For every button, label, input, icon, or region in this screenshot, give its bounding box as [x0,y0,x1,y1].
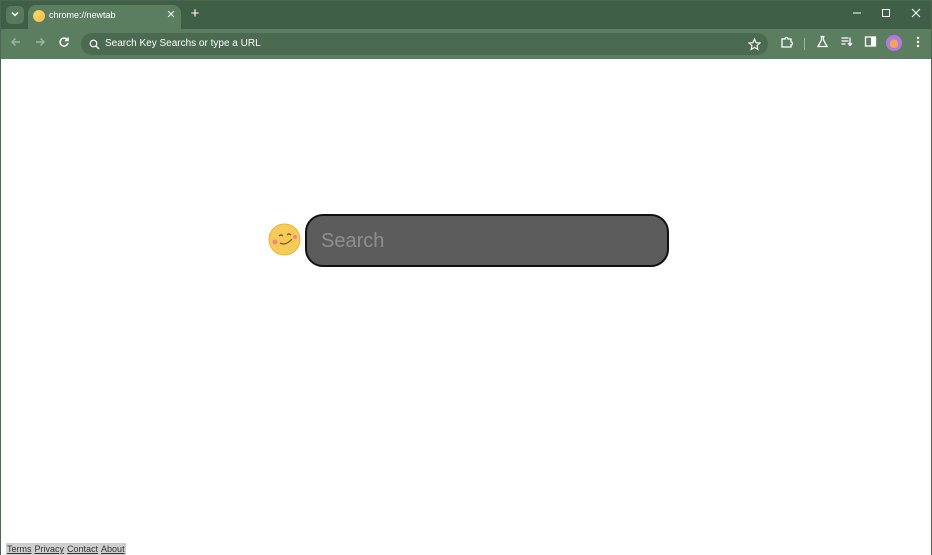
flask-icon [816,35,829,53]
reload-icon [58,35,70,53]
address-bar[interactable]: Search Key Searchs or type a URL [81,33,768,55]
reading-list-button[interactable] [837,35,855,53]
active-tab[interactable]: chrome://newtab ✕ [28,5,181,29]
footer-link-terms[interactable]: Terms [7,543,32,555]
footer-link-privacy[interactable]: Privacy [35,543,65,555]
toolbar: Search Key Searchs or type a URL [1,29,931,59]
minimize-button[interactable] [846,5,868,23]
browser-window: chrome://newtab ✕ + Search Key Searchs o… [0,0,932,555]
close-icon [911,5,921,23]
tab-title: chrome://newtab [49,10,116,20]
extensions-button[interactable] [778,35,796,53]
footer-link-contact[interactable]: Contact [67,543,98,555]
profile-avatar[interactable] [886,35,902,51]
bookmark-star-icon[interactable] [746,36,762,52]
address-bar-placeholder: Search Key Searchs or type a URL [105,38,261,49]
tab-close-icon[interactable]: ✕ [165,9,177,21]
labs-button[interactable] [813,35,831,53]
maximize-icon [881,5,891,23]
search-box[interactable] [305,214,669,267]
chevron-down-icon [10,6,20,24]
kebab-menu-icon [916,35,920,53]
side-panel-icon [864,35,877,53]
new-tab-page: Terms Privacy Contact About [1,59,931,555]
reading-list-icon [840,35,853,53]
back-arrow-icon [10,35,22,53]
minimize-icon [852,5,862,23]
tab-strip: chrome://newtab ✕ + [1,1,931,29]
back-button[interactable] [7,35,25,53]
maximize-button[interactable] [875,5,897,23]
side-panel-button[interactable] [861,35,879,53]
new-tab-button[interactable]: + [188,6,202,21]
toolbar-separator [804,38,805,50]
footer-link-about[interactable]: About [101,543,125,555]
tab-search-button[interactable] [6,6,24,24]
menu-button[interactable] [909,35,927,53]
smiley-face-logo-icon [268,223,301,256]
search-icon [87,37,101,51]
close-window-button[interactable] [905,5,927,23]
smiley-favicon-icon [33,10,45,22]
forward-button[interactable] [31,35,49,53]
footer-links: Terms Privacy Contact About [6,543,126,555]
search-input[interactable] [321,227,651,255]
puzzle-piece-icon [780,35,794,54]
reload-button[interactable] [55,35,73,53]
forward-arrow-icon [34,35,46,53]
